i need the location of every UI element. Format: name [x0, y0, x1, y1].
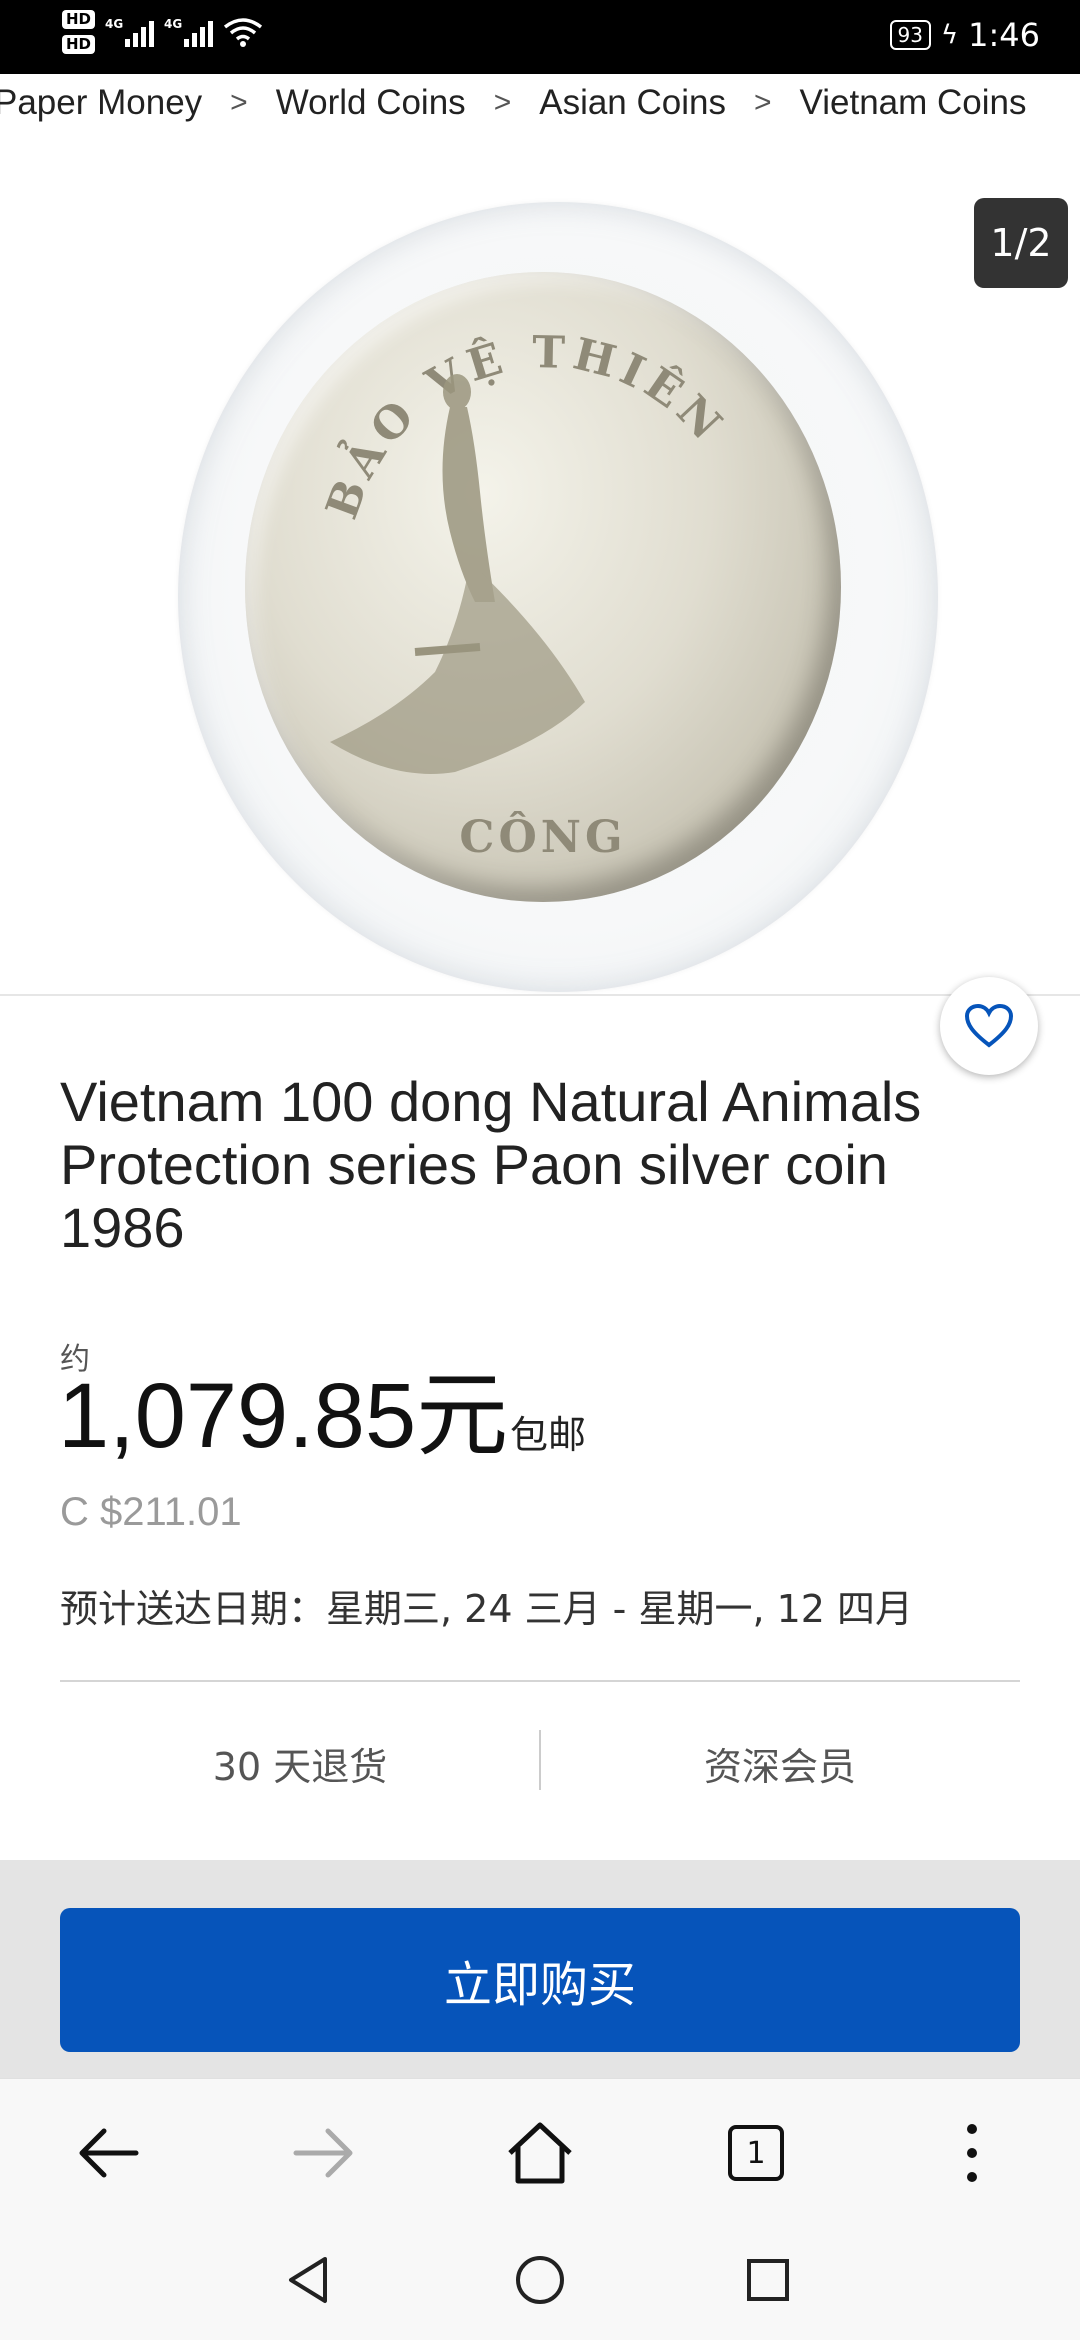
seller-badge[interactable]: 资深会员 — [540, 1736, 1020, 1791]
hd-indicators: HD HD — [62, 10, 96, 54]
estimated-delivery: 预计送达日期：星期三, 24 三月 - 星期一, 12 四月 — [60, 1587, 914, 1631]
listing-title: Vietnam 100 dong Natural Animals Protect… — [60, 1070, 922, 1259]
product-image-gallery[interactable]: BẢO VỆ THIÊN NHIÊN CÔNG 1/2 — [0, 132, 1080, 996]
free-shipping-label: 包邮 — [510, 1413, 587, 1457]
forward-button[interactable] — [284, 2113, 364, 2193]
battery-icon: 93 — [889, 20, 931, 50]
hd-badge-2: HD — [62, 35, 96, 54]
breadcrumb-item-vietnam-coins[interactable]: Vietnam Coins — [800, 83, 1027, 123]
returns-policy[interactable]: 30 天退货 — [60, 1736, 540, 1791]
wifi-icon — [223, 18, 263, 47]
nav-home-button[interactable] — [510, 2250, 570, 2310]
original-currency-price: C $211.01 — [60, 1490, 242, 1534]
more-vertical-icon — [967, 2124, 977, 2182]
chevron-right-icon: > — [753, 86, 772, 119]
arrow-left-icon — [79, 2128, 139, 2178]
clock: 1:46 — [968, 16, 1040, 54]
tabs-count: 1 — [728, 2125, 784, 2181]
chevron-right-icon: > — [493, 86, 512, 119]
home-icon — [508, 2122, 572, 2184]
chevron-right-icon: > — [230, 86, 248, 119]
coin-inscription-bottom: CÔNG — [459, 812, 627, 863]
status-bar: HD HD 4G 4G 93 ϟ 1:46 — [0, 0, 1080, 74]
nav-back-button[interactable] — [278, 2250, 338, 2310]
system-nav-bar — [0, 2220, 1080, 2340]
status-right: 93 ϟ 1:46 — [889, 16, 1040, 54]
price: 1,079.85元 — [58, 1365, 509, 1467]
image-divider — [0, 994, 1080, 996]
coin-artwork: BẢO VỆ THIÊN NHIÊN — [245, 272, 750, 774]
signal-icon-1: 4G — [105, 17, 155, 47]
breadcrumb: Paper Money > World Coins > Asian Coins … — [0, 74, 1080, 132]
buy-area: 立即购买 — [0, 1860, 1080, 2078]
tabs-button[interactable]: 1 — [716, 2113, 796, 2193]
breadcrumb-item-asian-coins[interactable]: Asian Coins — [539, 83, 726, 123]
arrow-right-icon — [293, 2128, 353, 2178]
nav-recents-button[interactable] — [738, 2250, 798, 2310]
coin-image: BẢO VỆ THIÊN NHIÊN CÔNG — [245, 272, 841, 902]
triangle-back-icon — [289, 2257, 327, 2303]
divider — [60, 1680, 1020, 1682]
heart-icon — [964, 1003, 1014, 1048]
signal-label-1: 4G — [105, 17, 124, 31]
charging-icon: ϟ — [940, 20, 959, 50]
hd-badge-1: HD — [62, 10, 96, 29]
coin-inscription-top: BẢO VỆ THIÊN NHIÊN — [245, 272, 744, 526]
browser-toolbar: 1 — [0, 2078, 1080, 2220]
menu-button[interactable] — [932, 2113, 1012, 2193]
svg-text:BẢO VỆ THIÊN NHIÊN: BẢO VỆ THIÊN NHIÊN — [245, 272, 750, 526]
watch-button[interactable] — [940, 977, 1038, 1075]
status-left: HD HD 4G 4G — [62, 10, 263, 54]
breadcrumb-item-paper-money[interactable]: Paper Money — [0, 83, 202, 123]
circle-home-icon — [516, 2256, 564, 2304]
buy-now-button[interactable]: 立即购买 — [60, 1908, 1020, 2052]
signal-label-2: 4G — [164, 17, 183, 31]
back-button[interactable] — [68, 2113, 148, 2193]
square-recents-icon — [747, 2259, 789, 2301]
home-button[interactable] — [500, 2113, 580, 2193]
breadcrumb-item-world-coins[interactable]: World Coins — [276, 83, 466, 123]
image-counter: 1/2 — [974, 198, 1068, 288]
signal-icon-2: 4G — [164, 17, 214, 47]
